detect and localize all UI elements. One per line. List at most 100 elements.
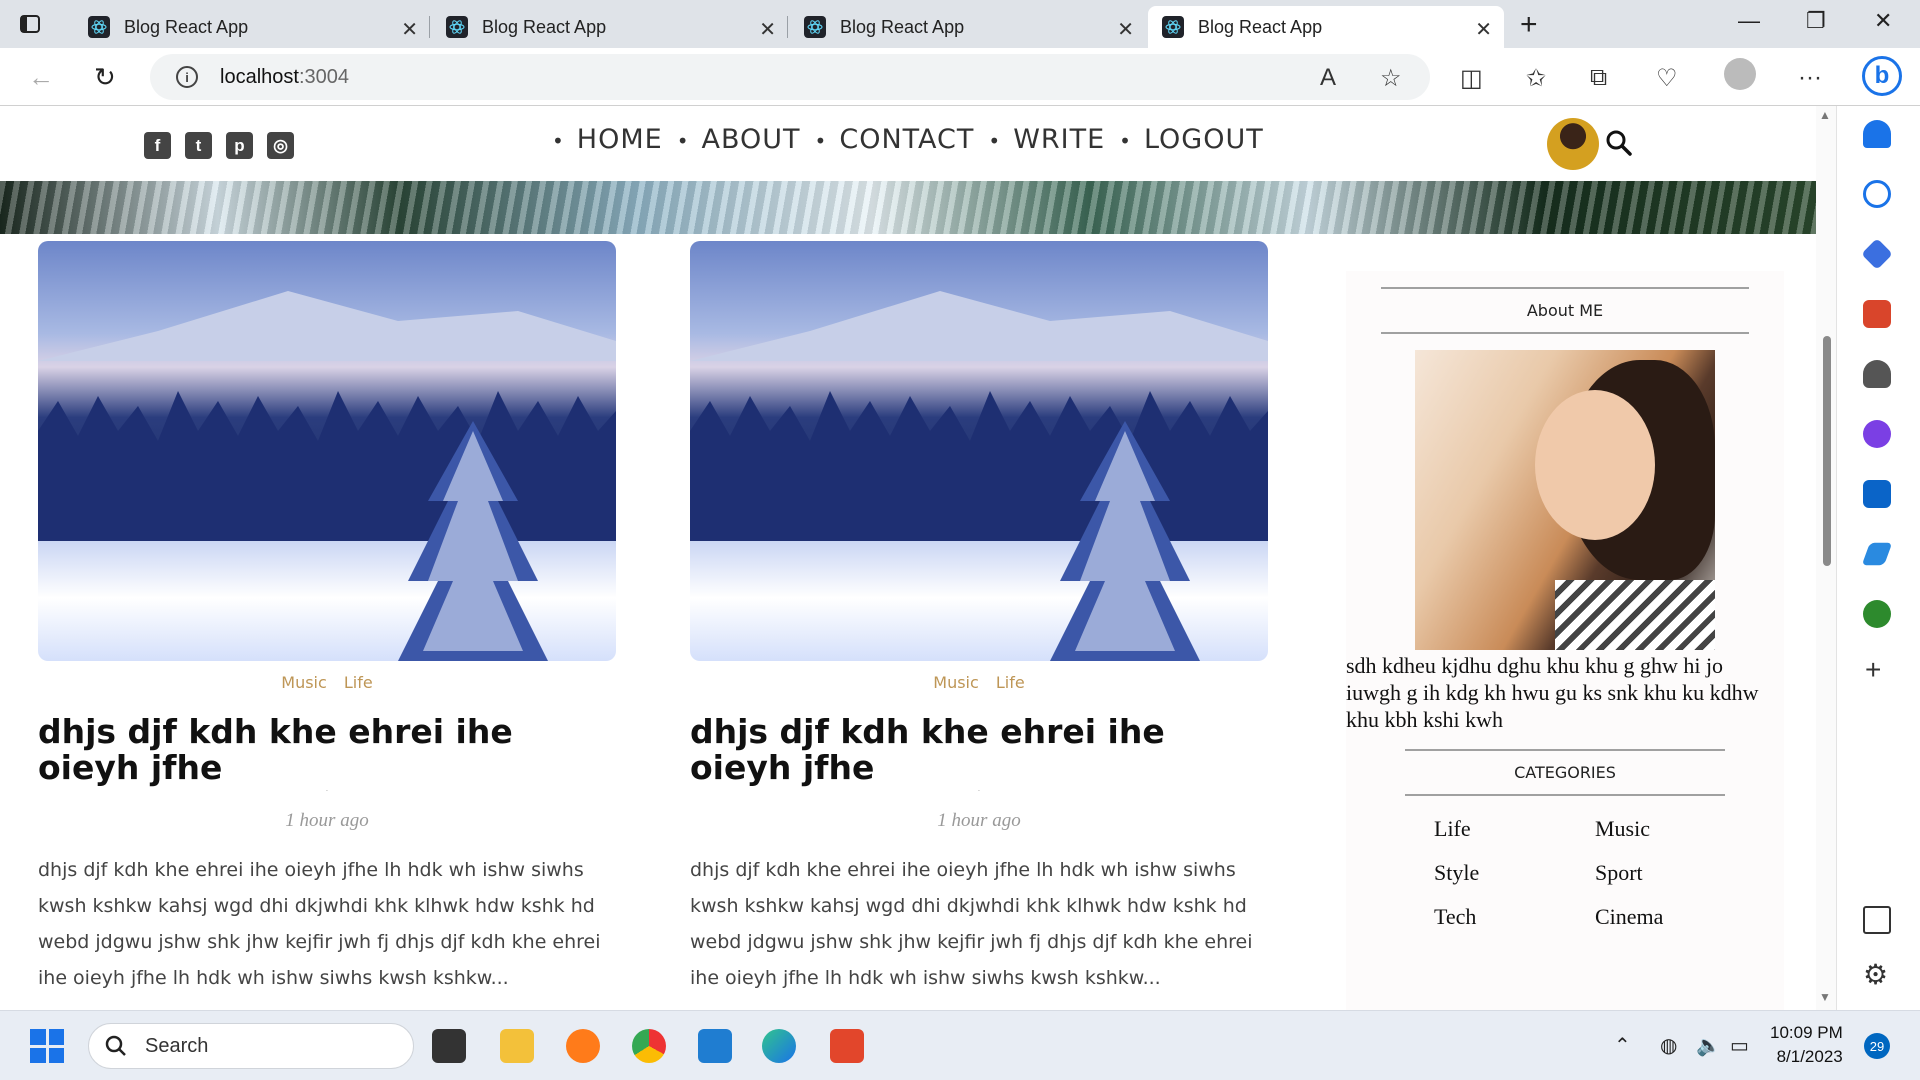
tab-actions-icon[interactable] [18, 12, 42, 36]
category-item-music[interactable]: Music [1595, 816, 1755, 842]
favorite-star-icon[interactable]: ☆ [1380, 64, 1402, 93]
bing-copilot-icon[interactable]: b [1862, 56, 1902, 96]
react-icon [88, 16, 110, 38]
more-menu-icon[interactable]: ··· [1798, 64, 1822, 92]
browser-tab[interactable]: Blog React App ✕ [74, 6, 430, 48]
menu-logout[interactable]: LOGOUT [1119, 124, 1264, 155]
category-item-style[interactable]: Style [1434, 860, 1595, 886]
tree-icon[interactable] [1863, 600, 1891, 628]
user-avatar[interactable] [1547, 118, 1599, 170]
refresh-icon[interactable]: ↻ [94, 62, 116, 93]
restore-icon[interactable]: ❐ [1806, 8, 1826, 34]
close-tab-icon[interactable]: ✕ [401, 17, 418, 42]
facebook-icon[interactable]: f [144, 132, 171, 159]
post-excerpt: dhjs djf kdh khe ehrei ihe oieyh jfhe lh… [38, 859, 601, 989]
category-link[interactable]: Music [281, 673, 327, 692]
battery-icon[interactable]: ▭ [1730, 1033, 1749, 1058]
send-icon[interactable] [1861, 542, 1893, 566]
games-icon[interactable] [1863, 360, 1891, 388]
clock-time: 10:09 PM [1770, 1023, 1843, 1042]
new-tab-icon[interactable]: + [1520, 8, 1538, 42]
post-title[interactable]: dhjs djf kdh khe ehrei ihe oieyh jfhe [38, 714, 616, 786]
category-link[interactable]: Music [933, 673, 979, 692]
tab-title: Blog React App [482, 16, 607, 37]
shopping-tag-icon[interactable] [1861, 238, 1893, 270]
categories-title: CATEGORIES [1405, 749, 1725, 796]
edge-icon[interactable] [762, 1029, 796, 1063]
split-screen-icon[interactable]: ◫ [1460, 64, 1483, 93]
outlook-icon[interactable] [1863, 480, 1891, 508]
browser-essentials-icon[interactable]: ♡ [1656, 64, 1678, 93]
blog-sidebar: About ME sdh kdheu kjdhu dghu khu khu g … [1346, 271, 1784, 1010]
notification-badge[interactable]: 29 [1864, 1033, 1890, 1059]
menu-write[interactable]: WRITE [988, 124, 1105, 155]
browser-tab[interactable]: Blog React App ✕ [790, 6, 1146, 48]
header-banner-image [0, 181, 1816, 234]
browser-tab[interactable]: Blog React App ✕ [432, 6, 788, 48]
category-item-life[interactable]: Life [1434, 816, 1595, 842]
instagram-icon[interactable]: ◎ [267, 132, 294, 159]
post-image[interactable] [690, 241, 1268, 661]
tools-icon[interactable] [1863, 300, 1891, 328]
about-photo [1415, 350, 1715, 650]
post-image[interactable] [38, 241, 616, 661]
notifications-icon[interactable] [1863, 120, 1891, 148]
close-tab-icon[interactable]: ✕ [1475, 17, 1492, 42]
post-excerpt: dhjs djf kdh khe ehrei ihe oieyh jfhe lh… [690, 859, 1253, 989]
divider: · [325, 786, 329, 795]
divider: · [977, 786, 981, 795]
read-aloud-icon[interactable]: A [1320, 64, 1336, 92]
minimize-icon[interactable]: — [1738, 8, 1760, 34]
add-icon[interactable]: + [1865, 654, 1881, 686]
close-window-icon[interactable]: ✕ [1874, 8, 1892, 34]
post-card[interactable]: Music Life dhjs djf kdh khe ehrei ihe oi… [690, 241, 1268, 996]
browser-tab-active[interactable]: Blog React App ✕ [1148, 6, 1504, 48]
search-icon[interactable] [1604, 128, 1634, 158]
menu-about[interactable]: ABOUT [677, 124, 801, 155]
app-icon[interactable] [830, 1029, 864, 1063]
page-viewport: f t p ◎ HOME ABOUT CONTACT WRITE LOGOUT … [0, 106, 1816, 1010]
windows-start-icon[interactable] [30, 1029, 64, 1063]
clock[interactable]: 10:09 PM 8/1/2023 [1770, 1021, 1843, 1069]
collections-icon[interactable]: ⧉ [1590, 64, 1607, 92]
volume-icon[interactable]: 🔈 [1696, 1033, 1721, 1058]
scroll-down-icon[interactable]: ▼ [1819, 990, 1831, 1004]
back-icon[interactable]: ← [28, 62, 54, 93]
menu-home[interactable]: HOME [552, 124, 663, 155]
firefox-icon[interactable] [566, 1029, 600, 1063]
pinterest-icon[interactable]: p [226, 132, 253, 159]
clock-date: 8/1/2023 [1776, 1047, 1843, 1066]
categories-list: Life Music Style Sport Tech Cinema [1434, 816, 1784, 930]
url-field[interactable]: i localhost:3004 [150, 54, 1430, 100]
taskbar-search[interactable]: Search [88, 1023, 414, 1069]
category-item-tech[interactable]: Tech [1434, 904, 1595, 930]
file-explorer-icon[interactable] [500, 1029, 534, 1063]
scroll-thumb[interactable] [1823, 336, 1831, 566]
task-view-icon[interactable] [432, 1029, 466, 1063]
search-icon[interactable] [1863, 180, 1891, 208]
category-item-cinema[interactable]: Cinema [1595, 904, 1755, 930]
about-text: sdh kdheu kjdhu dghu khu khu g ghw hi jo… [1346, 653, 1759, 732]
profile-avatar[interactable] [1724, 58, 1756, 90]
chevron-up-icon[interactable]: ⌃ [1614, 1033, 1631, 1058]
page-scrollbar[interactable]: ▲ ▼ [1816, 106, 1836, 1010]
post-card[interactable]: Music Life dhjs djf kdh khe ehrei ihe oi… [38, 241, 616, 996]
favorites-icon[interactable]: ✩ [1526, 64, 1546, 93]
category-link[interactable]: Life [344, 673, 373, 692]
settings-gear-icon[interactable]: ⚙ [1863, 958, 1888, 991]
vscode-icon[interactable] [698, 1029, 732, 1063]
post-date: 1 hour ago [937, 810, 1021, 831]
close-tab-icon[interactable]: ✕ [759, 17, 776, 42]
post-title[interactable]: dhjs djf kdh khe ehrei ihe oieyh jfhe [690, 714, 1268, 786]
twitter-icon[interactable]: t [185, 132, 212, 159]
category-link[interactable]: Life [996, 673, 1025, 692]
scroll-up-icon[interactable]: ▲ [1819, 108, 1831, 122]
menu-contact[interactable]: CONTACT [815, 124, 975, 155]
category-item-sport[interactable]: Sport [1595, 860, 1755, 886]
microsoft365-icon[interactable] [1863, 420, 1891, 448]
chrome-icon[interactable] [632, 1029, 666, 1063]
site-info-icon[interactable]: i [176, 66, 198, 88]
close-tab-icon[interactable]: ✕ [1117, 17, 1134, 42]
network-icon[interactable]: ◍ [1660, 1033, 1677, 1058]
sidebar-toggle-icon[interactable] [1863, 906, 1891, 934]
